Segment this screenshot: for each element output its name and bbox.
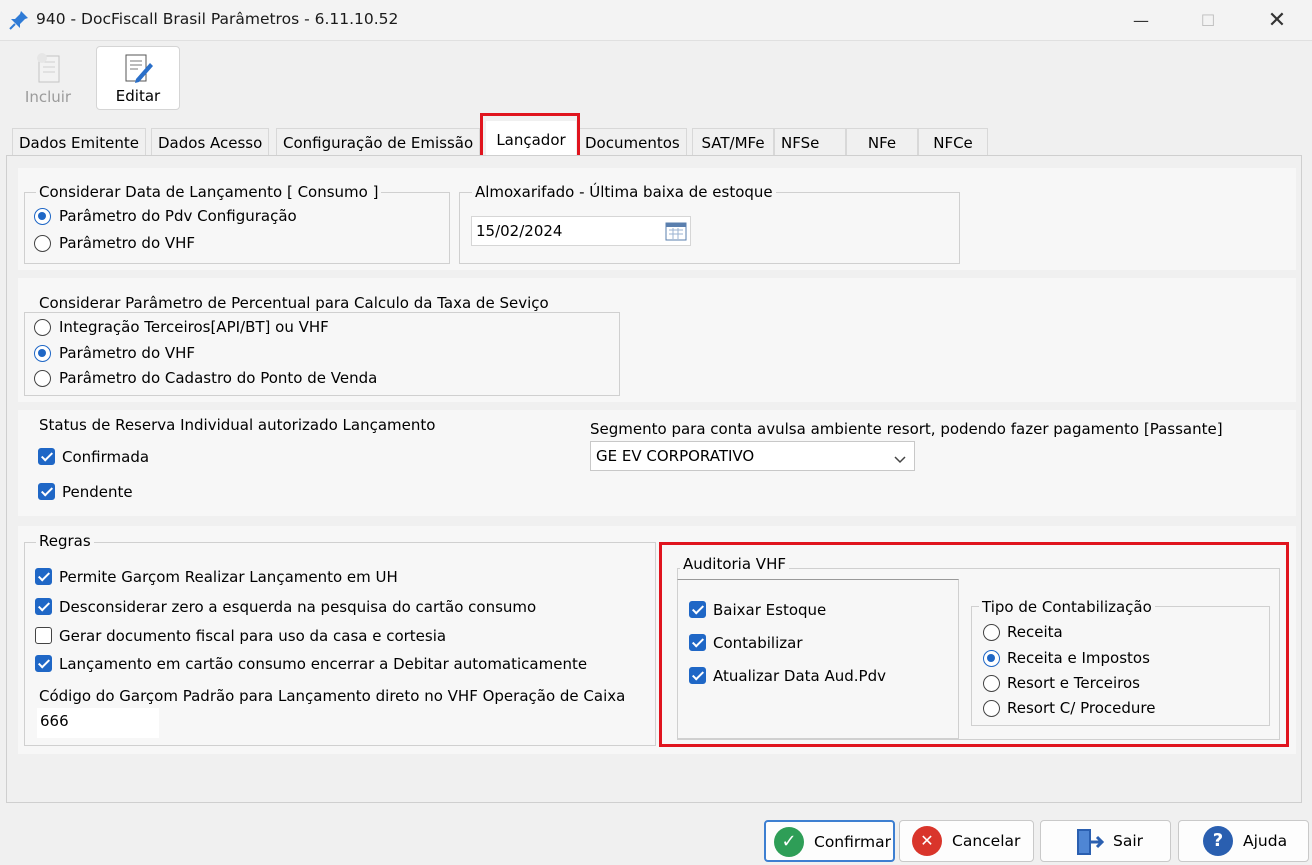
segmento-dropdown[interactable]: GE EV CORPORATIVO: [590, 441, 915, 471]
confirmar-button[interactable]: ✓ Confirmar: [764, 820, 895, 862]
radio-parametro-vhf[interactable]: [34, 345, 51, 362]
radio-pdv-configuracao[interactable]: [34, 208, 51, 225]
date-value: 15/02/2024: [476, 222, 563, 240]
segmento-value: GE EV CORPORATIVO: [596, 447, 755, 465]
checkbox-label: Gerar documento fiscal para uso da casa …: [59, 627, 447, 645]
group-legend: Regras: [36, 532, 94, 550]
radio-vhf[interactable]: [34, 235, 51, 252]
checkbox-desconsiderar-zero[interactable]: [35, 598, 52, 615]
tab-nfce[interactable]: NFCe: [918, 128, 988, 156]
checkbox-garcom-lancamento-uh[interactable]: [35, 568, 52, 585]
group-data-lancamento: [24, 192, 450, 264]
checkbox-label: Lançamento em cartão consumo encerrar a …: [59, 655, 588, 673]
segmento-label: Segmento para conta avulsa ambiente reso…: [590, 420, 1223, 438]
codigo-garcom-input[interactable]: 666: [37, 708, 159, 738]
window-title: 940 - DocFiscall Brasil Parâmetros - 6.1…: [36, 10, 399, 28]
tab-configuracao-emissao[interactable]: Configuração de Emissão: [276, 128, 481, 156]
tab-documentos[interactable]: Documentos: [578, 128, 687, 156]
cancelar-label: Cancelar: [952, 832, 1021, 850]
codigo-garcom-value: 666: [40, 712, 69, 730]
chevron-down-icon: [893, 451, 907, 469]
tab-label: SAT/MFe: [701, 134, 765, 152]
radio-label: Integração Terceiros[API/BT] ou VHF: [59, 318, 329, 336]
radio-label: Parâmetro do VHF: [59, 344, 196, 362]
sair-button[interactable]: Sair: [1040, 820, 1171, 862]
maximize-button[interactable]: ☐: [1185, 0, 1231, 40]
edit-document-icon: [122, 53, 154, 89]
incluir-button[interactable]: Incluir: [6, 46, 90, 110]
radio-cadastro-ponto-venda[interactable]: [34, 370, 51, 387]
pin-icon: [8, 9, 30, 35]
checkbox-label: Desconsiderar zero a esquerda na pesquis…: [59, 598, 537, 616]
tab-dados-acesso[interactable]: Dados Acesso: [151, 128, 270, 156]
group-legend: Almoxarifado - Última baixa de estoque: [472, 183, 776, 201]
cancel-icon: ✕: [912, 826, 942, 856]
check-icon: ✓: [774, 827, 804, 857]
checkbox-encerrar-debitar[interactable]: [35, 655, 52, 672]
group-legend: Considerar Data de Lançamento [ Consumo …: [36, 183, 382, 201]
tab-nfe[interactable]: NFe: [846, 128, 918, 156]
cancelar-button[interactable]: ✕ Cancelar: [899, 820, 1034, 862]
editar-button[interactable]: Editar: [96, 46, 180, 110]
new-document-icon: [34, 52, 64, 88]
tab-label: Dados Emitente: [19, 134, 140, 152]
minimize-icon: —: [1133, 10, 1149, 30]
radio-integracao-terceiros[interactable]: [34, 319, 51, 336]
tab-label: Dados Acesso: [158, 134, 263, 152]
tab-sat-mfe[interactable]: SAT/MFe: [692, 128, 774, 156]
close-button[interactable]: ✕: [1254, 0, 1300, 40]
date-input[interactable]: 15/02/2024: [471, 216, 691, 246]
calendar-icon[interactable]: [665, 221, 687, 245]
ajuda-button[interactable]: ? Ajuda: [1178, 820, 1309, 862]
tab-label: NFe: [867, 134, 897, 152]
title-bar[interactable]: 940 - DocFiscall Brasil Parâmetros - 6.1…: [0, 0, 1312, 41]
checkbox-label: Confirmada: [62, 448, 150, 466]
tab-label: NFCe: [933, 134, 973, 152]
radio-label: Parâmetro do Pdv Configuração: [59, 207, 297, 225]
tab-dados-emitente[interactable]: Dados Emitente: [12, 128, 147, 156]
editar-label: Editar: [115, 87, 161, 105]
tab-label: Configuração de Emissão: [283, 134, 474, 152]
checkbox-confirmada[interactable]: [38, 448, 55, 465]
highlight-tab-lancador: [480, 113, 580, 158]
checkbox-pendente[interactable]: [38, 483, 55, 500]
close-icon: ✕: [1267, 7, 1287, 33]
checkbox-label: Pendente: [62, 483, 133, 501]
status-reserva-label: Status de Reserva Individual autorizado …: [39, 416, 436, 434]
exit-door-icon: [1073, 826, 1105, 862]
codigo-garcom-label: Código do Garçom Padrão para Lançamento …: [39, 687, 626, 705]
tab-label: NFSe: [781, 134, 820, 152]
tab-label: Documentos: [585, 134, 680, 152]
radio-label: Parâmetro do VHF: [59, 234, 196, 252]
confirmar-label: Confirmar: [814, 833, 891, 851]
sair-label: Sair: [1113, 832, 1144, 850]
maximize-icon: ☐: [1200, 10, 1216, 30]
ajuda-label: Ajuda: [1243, 832, 1288, 850]
checkbox-gerar-documento-fiscal[interactable]: [35, 627, 52, 644]
group-legend: Considerar Parâmetro de Percentual para …: [36, 294, 552, 312]
checkbox-label: Permite Garçom Realizar Lançamento em UH: [59, 568, 398, 586]
incluir-label: Incluir: [24, 88, 72, 106]
tab-nfse[interactable]: NFSe: [774, 128, 846, 156]
highlight-auditoria-vhf: [659, 542, 1289, 747]
radio-label: Parâmetro do Cadastro do Ponto de Venda: [59, 369, 378, 387]
help-icon: ?: [1203, 826, 1233, 856]
minimize-button[interactable]: —: [1118, 0, 1164, 40]
